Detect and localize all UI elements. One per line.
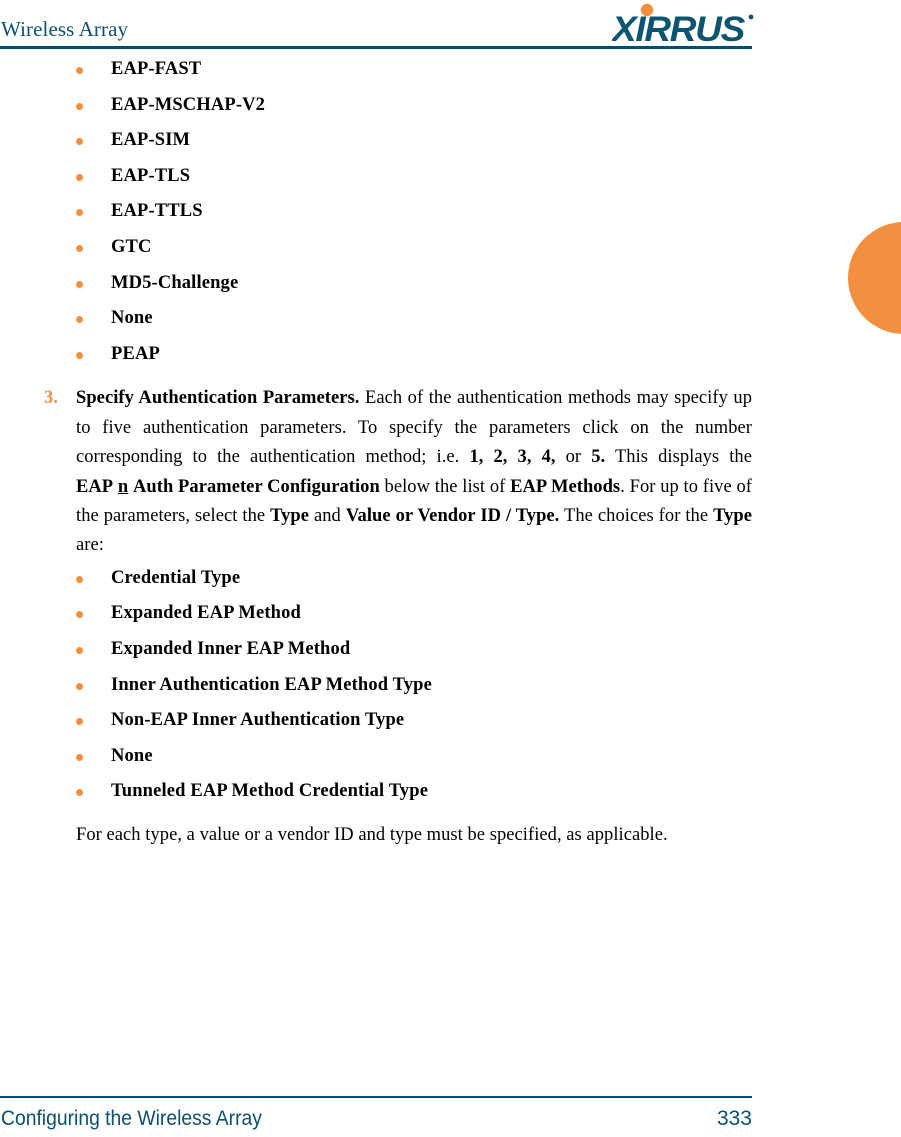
bullet-icon: [76, 316, 83, 324]
list-item: None: [0, 739, 901, 775]
document-page: Wireless Array XIRRUS EAP-FAST EAP-MSCHA…: [0, 0, 901, 1137]
list-item-label: Non-EAP Inner Authentication Type: [111, 710, 405, 731]
closing-paragraph-text: For each type, a value or a vendor ID an…: [76, 824, 668, 845]
list-item: EAP-SIM: [0, 123, 901, 159]
bullet-icon: [76, 611, 83, 619]
bullet-icon: [76, 138, 83, 146]
bullet-icon: [76, 244, 83, 252]
list-item-label: EAP-TTLS: [111, 201, 203, 222]
eap-methods-label: EAP Methods: [510, 476, 621, 497]
xirrus-logo: XIRRUS: [612, 3, 757, 45]
step-body-3: This displays the: [605, 447, 752, 468]
bullet-icon: [76, 280, 83, 288]
type-choices-list: Credential Type Expanded EAP Method Expa…: [0, 561, 901, 810]
step-numbers: 1, 2, 3, 4,: [469, 447, 556, 468]
step-number: 3.: [44, 388, 58, 409]
value-vendor-label: Value or Vendor ID / Type.: [345, 505, 560, 526]
list-item: None: [0, 301, 901, 337]
bullet-icon: [76, 575, 83, 583]
bullet-icon: [76, 646, 83, 654]
list-item: GTC: [0, 230, 901, 266]
bullet-icon: [76, 789, 83, 797]
header-rule: [0, 46, 752, 49]
closing-paragraph: For each type, a value or a vendor ID an…: [0, 821, 901, 850]
list-item-label: Credential Type: [111, 567, 241, 588]
page-content: EAP-FAST EAP-MSCHAP-V2 EAP-SIM EAP-TLS E…: [0, 52, 901, 850]
eap-methods-list: EAP-FAST EAP-MSCHAP-V2 EAP-SIM EAP-TLS E…: [0, 52, 901, 372]
list-item-label: EAP-SIM: [111, 130, 191, 151]
footer-page-number: 333: [716, 1107, 752, 1130]
footer-rule: [0, 1096, 752, 1098]
type-label-2: Type: [713, 505, 753, 526]
header-title: Wireless Array: [1, 17, 129, 41]
list-item-label: EAP-TLS: [111, 165, 191, 186]
bullet-icon: [76, 753, 83, 761]
list-item: EAP-FAST: [0, 52, 901, 88]
step-body-4: below the list of: [379, 476, 511, 497]
list-item: PEAP: [0, 337, 901, 373]
list-item: Expanded EAP Method: [0, 596, 901, 632]
bullet-icon: [76, 209, 83, 217]
eap-label: EAP: [76, 476, 114, 497]
list-item-label: PEAP: [111, 343, 160, 364]
page-footer: Configuring the Wireless Array 333: [0, 1096, 901, 1137]
list-item: EAP-TTLS: [0, 194, 901, 230]
step-body-7: The choices for the: [559, 505, 714, 526]
list-item-label: MD5-Challenge: [111, 272, 239, 293]
numbered-step-3: 3. Specify Authentication Parameters. Eac…: [0, 384, 901, 560]
step-body-6: and: [309, 505, 346, 526]
eap-n-variable: n: [117, 476, 129, 497]
eap-config-label: Auth Parameter Configuration: [133, 476, 380, 497]
step-heading: Specify Authentication Parameters.: [76, 388, 360, 409]
list-item: Inner Authentication EAP Method Type: [0, 668, 901, 704]
list-item-label: Expanded EAP Method: [111, 603, 301, 624]
bullet-icon: [76, 102, 83, 110]
page-header: Wireless Array XIRRUS: [0, 0, 901, 52]
list-item-label: None: [111, 745, 153, 766]
list-item: Tunneled EAP Method Credential Type: [0, 774, 901, 810]
list-item-label: None: [111, 308, 153, 329]
step-number-5: 5.: [591, 447, 606, 468]
list-item: EAP-MSCHAP-V2: [0, 88, 901, 124]
list-item-label: EAP-MSCHAP-V2: [111, 94, 266, 115]
svg-text:XIRRUS: XIRRUS: [612, 10, 745, 45]
list-item: Non-EAP Inner Authentication Type: [0, 703, 901, 739]
list-item-label: EAP-FAST: [111, 59, 202, 79]
bullet-icon: [76, 351, 83, 359]
type-label: Type: [270, 505, 310, 526]
list-item-label: Inner Authentication EAP Method Type: [111, 674, 432, 695]
list-item-label: Expanded Inner EAP Method: [111, 638, 351, 659]
bullet-icon: [76, 682, 83, 690]
list-item: Expanded Inner EAP Method: [0, 632, 901, 668]
list-item: MD5-Challenge: [0, 266, 901, 302]
list-item-label: Tunneled EAP Method Credential Type: [111, 781, 429, 802]
step-body-8: are:: [76, 535, 104, 556]
bullet-icon: [76, 173, 83, 181]
bullet-icon: [76, 67, 83, 74]
bullet-icon: [76, 718, 83, 726]
list-item: EAP-TLS: [0, 159, 901, 195]
list-item-label: GTC: [111, 236, 152, 257]
list-item: Credential Type: [0, 561, 901, 597]
step-body-2: or: [555, 447, 592, 468]
